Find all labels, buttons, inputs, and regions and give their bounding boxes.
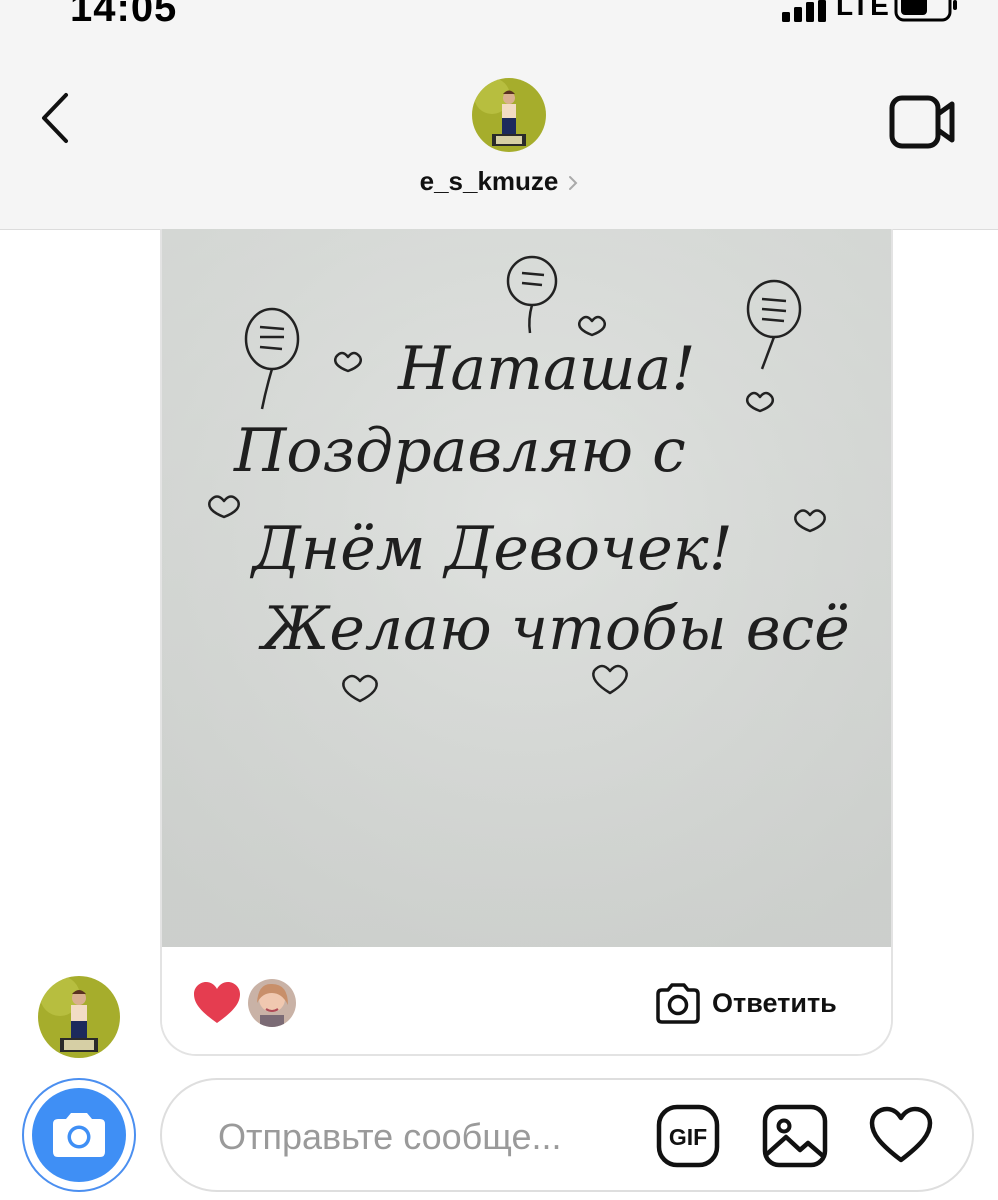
photo-text-line2: Поздравляю с [233, 416, 686, 486]
message-footer: Ответить [162, 947, 891, 1054]
message-composer: GIF [160, 1078, 974, 1192]
reply-button[interactable]: Ответить [654, 981, 837, 1025]
video-call-button[interactable] [886, 92, 962, 152]
status-time: 14:05 [70, 0, 178, 30]
network-label: LTE [836, 0, 890, 21]
camera-icon [53, 1113, 105, 1157]
photo-text-line4: Желаю чтобы всё [258, 594, 850, 664]
camera-button[interactable] [22, 1078, 136, 1192]
gif-label: GIF [669, 1124, 707, 1150]
battery-icon [894, 0, 957, 22]
photo-text-line3: Днём Девочек! [249, 514, 733, 584]
camera-button-fill [32, 1088, 126, 1182]
image-icon [762, 1104, 828, 1168]
heart-outline-icon [869, 1106, 933, 1163]
gif-button[interactable]: GIF [656, 1104, 720, 1173]
reply-label: Ответить [712, 987, 837, 1018]
username: e_s_kmuze [419, 166, 559, 196]
avatar-image [472, 78, 546, 152]
photo-text-line1: Наташа! [397, 334, 695, 404]
chevron-right-icon [569, 175, 578, 190]
reaction-user-avatar[interactable] [246, 977, 298, 1029]
gif-icon: GIF [656, 1104, 720, 1168]
avatar-image [248, 979, 296, 1027]
username-row[interactable]: e_s_kmuze [0, 166, 998, 197]
status-bar: 14:05 LTE [0, 0, 998, 30]
like-button[interactable] [868, 1106, 934, 1169]
chevron-left-icon [42, 93, 68, 143]
signal-icon [782, 0, 826, 22]
avatar[interactable] [472, 78, 546, 152]
camera-icon [656, 983, 700, 1024]
back-button[interactable] [30, 88, 80, 148]
chat-header: e_s_kmuze [0, 30, 998, 230]
message-input[interactable] [216, 1108, 620, 1166]
message-card: Наташа! Поздравляю с Днём Девочек! Желаю… [160, 229, 893, 1056]
reaction-heart-icon[interactable] [192, 981, 242, 1025]
gallery-button[interactable] [762, 1104, 828, 1173]
video-camera-icon [889, 95, 955, 149]
avatar-image [38, 976, 120, 1058]
message-photo[interactable]: Наташа! Поздравляю с Днём Девочек! Желаю… [162, 229, 891, 947]
sender-avatar[interactable] [38, 976, 120, 1058]
